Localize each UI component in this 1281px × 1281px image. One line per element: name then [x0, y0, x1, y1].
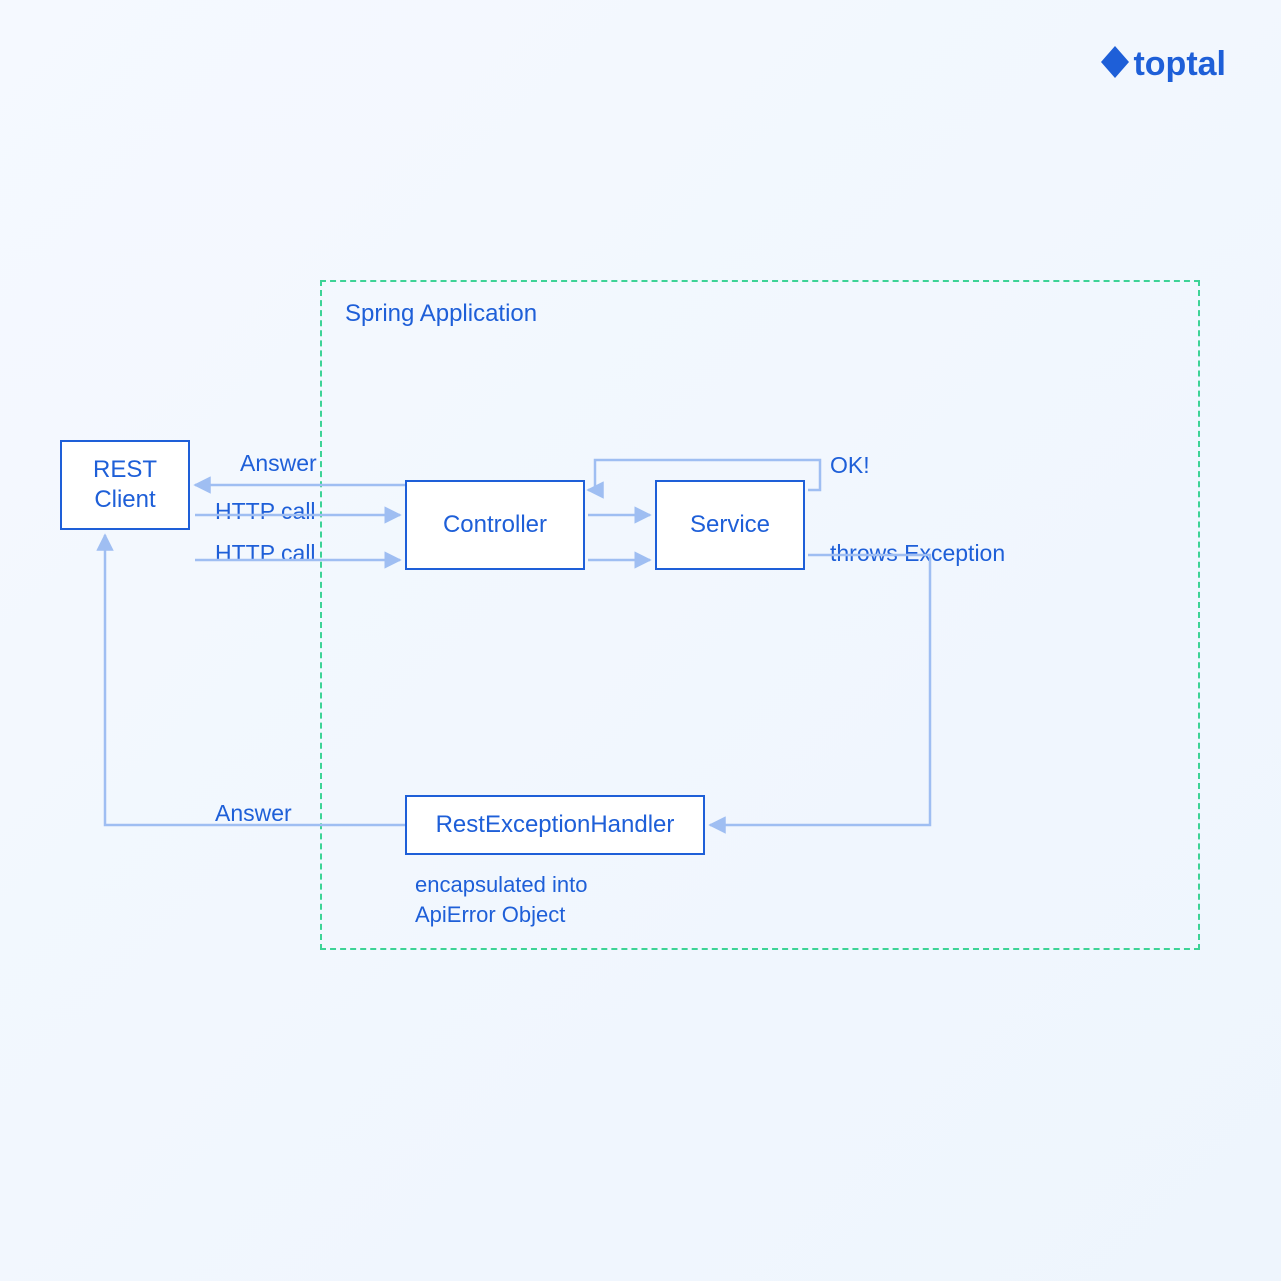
brand-text: toptal [1133, 45, 1226, 84]
service-box: Service [655, 480, 805, 570]
edge-label-http-call-1: HTTP call [215, 498, 316, 525]
toptal-logo-icon [1101, 46, 1129, 84]
rest-exception-handler-box: RestExceptionHandler [405, 795, 705, 855]
sub-label-encapsulated: encapsulated into ApiError Object [415, 870, 587, 929]
controller-box: Controller [405, 480, 585, 570]
edge-label-http-call-2: HTTP call [215, 540, 316, 567]
toptal-logo: toptal [1101, 45, 1226, 84]
edge-label-throws: throws Exception [830, 540, 1005, 567]
edge-label-answer-top: Answer [240, 450, 317, 477]
edge-label-answer-bottom: Answer [215, 800, 292, 827]
edge-label-ok: OK! [830, 452, 870, 479]
container-title: Spring Application [345, 300, 537, 328]
rest-client-box: REST Client [60, 440, 190, 530]
